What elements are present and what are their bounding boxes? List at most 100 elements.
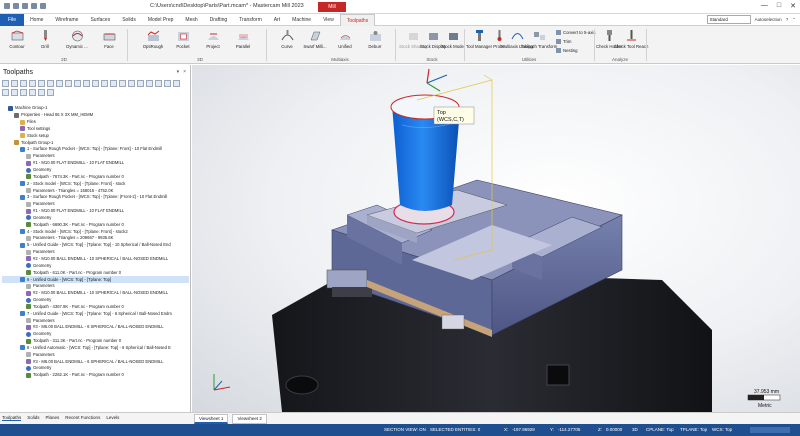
panel-close-button[interactable]: × [183,69,186,75]
panel-tab-recent-functions[interactable]: Recent Functions [65,415,100,421]
tree-node[interactable]: 2 - Stock model - [WCS: Top] - [Tplane: … [2,180,189,187]
tree-node[interactable]: Parameters - Triangles = 158016 - 4752.0… [2,187,189,194]
panel-tab-solids[interactable]: Solids [27,415,39,421]
tab-machine[interactable]: Machine [286,14,317,26]
selection-mode-select[interactable]: Standard [706,15,751,24]
tree-node[interactable]: 7 - Unified Guide - [WCS: Top] - [Tplane… [2,310,189,317]
toolpath-toolbar-icon[interactable] [20,80,27,87]
toolpath-toolbar-icon[interactable] [11,80,18,87]
tree-node[interactable]: Toolpath - 7674.3K - Part.nc - Program n… [2,173,189,180]
project-button[interactable]: Project [200,28,226,54]
tree-node[interactable]: Parameters [2,249,189,256]
toolpath-toolbar-icon[interactable] [164,80,171,87]
close-button[interactable]: ✕ [790,2,796,10]
swarf-milling-button[interactable]: Swarf Milli... [302,28,328,54]
toolpath-toolbar-icon[interactable] [83,80,90,87]
toolpath-toolbar-icon[interactable] [56,80,63,87]
face-button[interactable]: Face [96,28,122,54]
convert-to-5-axis-button[interactable]: Convert to 5-axis [556,30,595,35]
contour-button[interactable]: Contour [4,28,30,54]
tree-node[interactable]: Toolpath - 611.0K - Part.nc - Program nu… [2,269,189,276]
autoselection-checkbox[interactable]: Autoselection [755,17,782,22]
tab-solids[interactable]: Solids [116,14,142,26]
tplane-status[interactable]: TPLANE: Top [680,427,707,432]
redo-icon[interactable] [40,3,46,9]
tree-node[interactable]: Parameters - Triangles = 209667 - 9935.8… [2,235,189,242]
panel-tab-levels[interactable]: Levels [106,415,119,421]
drill-button[interactable]: Drill [32,28,58,54]
tree-node[interactable]: 4 - Stock model - [WCS: Top] - [Tplane: … [2,228,189,235]
tree-node[interactable]: 5 - Unified Guide - [WCS: Top] - [Tplane… [2,242,189,249]
tree-node[interactable]: 6 - Unified Guide - [WCS: Top] - [Tplane… [2,276,189,283]
cplane-status[interactable]: CPLANE: Top [646,427,674,432]
tree-node[interactable]: Parameters [2,283,189,290]
toolpath-toolbar-icon[interactable] [2,89,9,96]
toolpath-toolbar-icon[interactable] [137,80,144,87]
tree-node[interactable]: 8 - Unified Automatic - [WCS: Top] - [Tp… [2,345,189,352]
tree-node[interactable]: Geometry [2,262,189,269]
toolpath-toolbar-icon[interactable] [119,80,126,87]
tree-node[interactable]: Files [2,119,189,126]
maximize-button[interactable]: □ [777,2,781,10]
display-mode-icons[interactable] [750,427,790,433]
tree-node[interactable]: Geometry [2,215,189,222]
toolpath-toolbar-icon[interactable] [2,80,9,87]
tree-node[interactable]: Parameters [2,351,189,358]
toolpath-toolbar-icon[interactable] [74,80,81,87]
tree-node[interactable]: #3 - M6.00 BALL ENDMILL - 6 SPHERICAL / … [2,324,189,331]
tree-node[interactable]: Toolpath - 311.3K - Part.nc - Program nu… [2,338,189,345]
viewsheet-tab-2[interactable]: Viewsheet 2 [232,414,267,424]
dimension-mode[interactable]: 3D [632,427,638,432]
toolpath-toolbar-icon[interactable] [29,89,36,96]
tab-mesh[interactable]: Mesh [179,14,203,26]
section-view-status[interactable]: SECTION VIEW: ON [384,427,426,432]
pocket-button[interactable]: Pocket [170,28,196,54]
toolpath-toolbar-icon[interactable] [29,80,36,87]
tab-toolpaths[interactable]: Toolpaths [339,14,376,26]
dynamic-button[interactable]: Dynamic ... [64,28,90,54]
tree-node[interactable]: Geometry [2,365,189,372]
panel-pin-button[interactable]: ▾ [177,69,180,75]
toolpath-toolbar-icon[interactable] [173,80,180,87]
print-icon[interactable] [22,3,28,9]
toolpath-toolbar-icon[interactable] [38,80,45,87]
toolpath-toolbar-icon[interactable] [65,80,72,87]
tree-node[interactable]: #2 - M10.00 BALL ENDMILL - 10 SPHERICAL … [2,256,189,263]
minimize-button[interactable]: — [761,2,768,10]
toolpath-toolbar-icon[interactable] [92,80,99,87]
optirough-button[interactable]: OptiRough [140,28,166,54]
toolpath-toolbar-icon[interactable] [128,80,135,87]
deburr-button[interactable]: Deburr [362,28,388,54]
tree-node[interactable]: Properties - Head 65 X 3X MM_HEMM [2,112,189,119]
tree-node[interactable]: #2 - M10.00 BALL ENDMILL - 10 SPHERICAL … [2,290,189,297]
toolpath-toolbar-icon[interactable] [146,80,153,87]
tree-node[interactable]: #3 - M6.00 BALL ENDMILL - 6 SPHERICAL / … [2,358,189,365]
stock-model-button[interactable]: Stock Model [440,28,466,54]
curve-button[interactable]: Curve [274,28,300,54]
toolpath-toolbar-icon[interactable] [155,80,162,87]
tree-node[interactable]: 1 - Surface Rough Pocket - [WCS: Top] - … [2,146,189,153]
tree-node[interactable]: Toolpath - 4367.9K - Part.nc - Program n… [2,303,189,310]
trim-button[interactable]: Trim [556,39,571,44]
nesting-button[interactable]: Nesting [556,48,578,53]
tree-node[interactable]: Geometry [2,331,189,338]
tree-node[interactable]: #1 - M10.00 FLAT ENDMILL - 10 FLAT ENDMI… [2,160,189,167]
3d-scene[interactable]: Top (WCS,C,T) 37.953 mm Metric [192,65,800,412]
tree-node[interactable]: Toolpath - 6690.3K - Part.nc - Program n… [2,221,189,228]
toolpath-toolbar-icon[interactable] [11,89,18,96]
tab-art[interactable]: Art [268,14,286,26]
toolpath-toolbar-icon[interactable] [47,89,54,96]
tab-surfaces[interactable]: Surfaces [84,14,116,26]
toolpath-toolbar-icon[interactable] [110,80,117,87]
check-tool-reach-button[interactable]: Check Tool Reach [614,28,648,54]
tab-home[interactable]: Home [24,14,49,26]
tab-drafting[interactable]: Drafting [204,14,234,26]
wcs-status[interactable]: WCS: Top [712,427,732,432]
tree-node[interactable]: Toolpath - 2262.1K - Part.nc - Program n… [2,372,189,379]
open-icon[interactable] [13,3,19,9]
undo-icon[interactable] [31,3,37,9]
tree-node[interactable]: Geometry [2,167,189,174]
unified-button[interactable]: Unified [332,28,358,54]
panel-tab-toolpaths[interactable]: Toolpaths [2,415,22,421]
tree-node[interactable]: #1 - M10.00 FLAT ENDMILL - 10 FLAT ENDMI… [2,208,189,215]
